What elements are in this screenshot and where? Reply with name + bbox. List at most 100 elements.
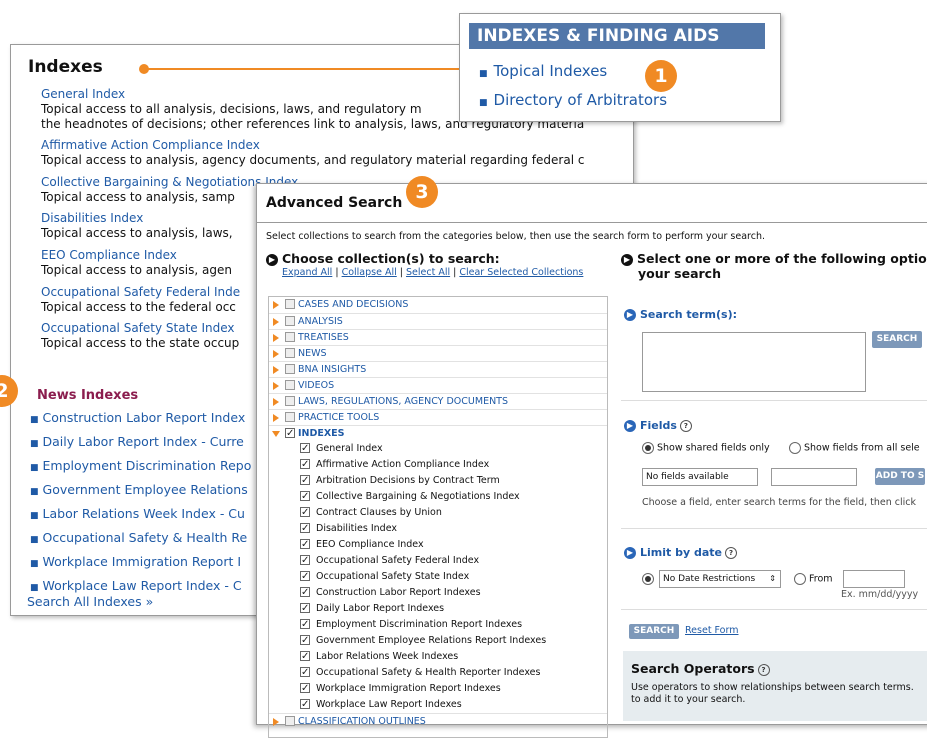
index-link-eeo[interactable]: EEO Compliance Index: [41, 248, 232, 263]
collection-category[interactable]: LAWS, REGULATIONS, AGENCY DOCUMENTS: [269, 393, 607, 409]
field-select[interactable]: No fields available: [642, 468, 758, 486]
directory-of-arbitrators-link[interactable]: ■ Directory of Arbitrators: [479, 91, 667, 109]
checkbox-checked[interactable]: [300, 617, 310, 632]
clear-selected-link[interactable]: Clear Selected Collections: [459, 267, 583, 278]
news-item[interactable]: ■ Occupational Safety & Health Re: [30, 530, 247, 545]
checkbox-checked[interactable]: [300, 633, 310, 648]
collapse-all-link[interactable]: Collapse All: [342, 267, 397, 278]
checkbox-checked[interactable]: [300, 505, 310, 520]
search-terms-textarea[interactable]: [642, 332, 866, 392]
checkbox-checked[interactable]: [300, 697, 310, 712]
checkbox-checked[interactable]: [300, 665, 310, 680]
index-link-disabilities[interactable]: Disabilities Index: [41, 211, 233, 226]
collection-subitem[interactable]: General Index: [269, 441, 607, 456]
checkbox-checked[interactable]: [300, 553, 310, 568]
radio-all-fields[interactable]: Show fields from all sele: [789, 442, 920, 454]
checkbox-checked[interactable]: [285, 426, 295, 441]
expand-arrow-icon[interactable]: [273, 318, 279, 326]
collection-subitem[interactable]: Occupational Safety State Index: [269, 569, 607, 584]
expand-arrow-icon[interactable]: [273, 301, 279, 309]
news-item[interactable]: ■ Government Employee Relations: [30, 482, 248, 497]
news-item[interactable]: ■ Employment Discrimination Repo: [30, 458, 251, 473]
checkbox[interactable]: [285, 332, 295, 342]
collection-subitem[interactable]: Workplace Law Report Indexes: [269, 697, 607, 712]
collection-category[interactable]: CASES AND DECISIONS: [269, 297, 607, 312]
collection-subitem[interactable]: Construction Labor Report Indexes: [269, 585, 607, 600]
collapse-arrow-icon[interactable]: [272, 431, 280, 437]
field-term-input[interactable]: [771, 468, 857, 486]
news-item[interactable]: ■ Workplace Law Report Index - C: [30, 578, 242, 593]
expand-arrow-icon[interactable]: [273, 382, 279, 390]
expand-arrow-icon[interactable]: [273, 398, 279, 406]
search-button-bottom[interactable]: SEARCH: [629, 624, 679, 639]
collection-category[interactable]: PRACTICE TOOLS: [269, 409, 607, 425]
checkbox-checked[interactable]: [300, 681, 310, 696]
index-link-osha-state[interactable]: Occupational Safety State Index: [41, 321, 239, 336]
radio-shared-fields[interactable]: Show shared fields only: [642, 442, 770, 454]
date-restriction-select[interactable]: No Date Restrictions ⇕: [659, 570, 781, 588]
collection-subitem[interactable]: Disabilities Index: [269, 521, 607, 536]
checkbox-checked[interactable]: [300, 473, 310, 488]
expand-arrow-icon[interactable]: [273, 350, 279, 358]
collection-subitem[interactable]: Arbitration Decisions by Contract Term: [269, 473, 607, 488]
add-to-search-button[interactable]: ADD TO S: [875, 468, 925, 485]
checkbox[interactable]: [285, 716, 295, 726]
checkbox[interactable]: [285, 380, 295, 390]
radio[interactable]: [789, 442, 801, 454]
collection-subitem[interactable]: EEO Compliance Index: [269, 537, 607, 552]
topical-indexes-link[interactable]: ■ Topical Indexes: [479, 62, 607, 80]
collection-subitem[interactable]: Labor Relations Week Indexes: [269, 649, 607, 664]
collection-subitem[interactable]: Occupational Safety & Health Reporter In…: [269, 665, 607, 680]
checkbox-checked[interactable]: [300, 537, 310, 552]
radio-selected[interactable]: [642, 573, 654, 585]
expand-arrow-icon[interactable]: [273, 366, 279, 374]
news-item[interactable]: ■ Labor Relations Week Index - Cu: [30, 506, 245, 521]
search-all-indexes-link[interactable]: Search All Indexes »: [27, 594, 153, 609]
help-icon[interactable]: ?: [679, 420, 692, 432]
collection-category[interactable]: BNA INSIGHTS: [269, 361, 607, 377]
collection-category[interactable]: VIDEOS: [269, 377, 607, 393]
help-icon[interactable]: ?: [725, 547, 737, 559]
from-date-input[interactable]: [843, 570, 905, 588]
checkbox-checked[interactable]: [300, 585, 310, 600]
collection-subitem[interactable]: Workplace Immigration Report Indexes: [269, 681, 607, 696]
news-item[interactable]: ■ Daily Labor Report Index - Curre: [30, 434, 244, 449]
expand-arrow-icon[interactable]: [273, 414, 279, 422]
checkbox[interactable]: [285, 364, 295, 374]
collection-category[interactable]: TREATISES: [269, 329, 607, 345]
checkbox[interactable]: [285, 396, 295, 406]
radio-no-date[interactable]: [642, 573, 657, 585]
expand-arrow-icon[interactable]: [273, 718, 279, 726]
search-button[interactable]: SEARCH: [872, 331, 922, 348]
checkbox-checked[interactable]: [300, 489, 310, 504]
news-item[interactable]: ■ Workplace Immigration Report I: [30, 554, 241, 569]
checkbox[interactable]: [285, 412, 295, 422]
checkbox-checked[interactable]: [300, 521, 310, 536]
checkbox-checked[interactable]: [300, 457, 310, 472]
collection-subitem[interactable]: Daily Labor Report Indexes: [269, 601, 607, 616]
checkbox-checked[interactable]: [300, 649, 310, 664]
reset-form-link[interactable]: Reset Form: [685, 625, 739, 636]
checkbox[interactable]: [285, 299, 295, 309]
expand-all-link[interactable]: Expand All: [282, 267, 332, 278]
expand-arrow-icon[interactable]: [273, 334, 279, 342]
select-all-link[interactable]: Select All: [406, 267, 450, 278]
help-icon[interactable]: ?: [757, 663, 770, 676]
collection-subitem[interactable]: Government Employee Relations Report Ind…: [269, 633, 607, 648]
collection-subitem[interactable]: Affirmative Action Compliance Index: [269, 457, 607, 472]
index-link-osha-federal[interactable]: Occupational Safety Federal Inde: [41, 285, 240, 300]
news-item[interactable]: ■ Construction Labor Report Index: [30, 410, 245, 425]
radio-selected[interactable]: [642, 442, 654, 454]
checkbox-checked[interactable]: [300, 569, 310, 584]
collection-subitem[interactable]: Collective Bargaining & Negotiations Ind…: [269, 489, 607, 504]
collection-subitem[interactable]: Contract Clauses by Union: [269, 505, 607, 520]
collection-subitem[interactable]: Employment Discrimination Report Indexes: [269, 617, 607, 632]
collection-category-expanded[interactable]: INDEXES: [269, 425, 607, 441]
checkbox-checked[interactable]: [300, 441, 310, 456]
radio[interactable]: [794, 573, 806, 585]
collection-category[interactable]: NEWS: [269, 345, 607, 361]
collection-category[interactable]: CLASSIFICATION OUTLINES: [269, 713, 607, 729]
collection-subitem[interactable]: Occupational Safety Federal Index: [269, 553, 607, 568]
checkbox[interactable]: [285, 316, 295, 326]
radio-from-date[interactable]: From: [794, 573, 833, 585]
